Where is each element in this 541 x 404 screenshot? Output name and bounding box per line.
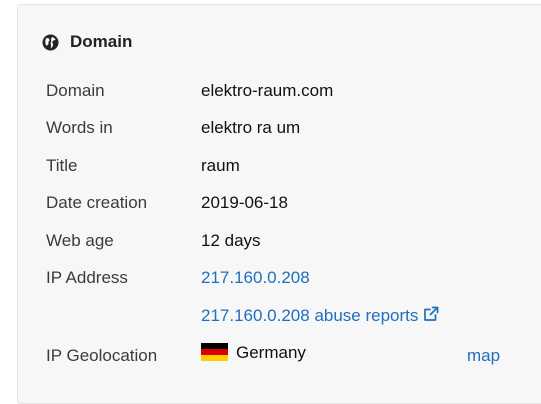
germany-flag-icon: [201, 343, 228, 361]
flag-stripe-gold: [201, 355, 228, 361]
row-label-title: Title: [46, 156, 78, 175]
row-value-date-creation: 2019-06-18: [201, 193, 288, 212]
card-header: Domain: [42, 32, 132, 52]
row-label-words-in: Words in: [46, 118, 113, 137]
globe-icon: [42, 34, 59, 51]
ip-address-link[interactable]: 217.160.0.208: [201, 268, 310, 288]
geolocation-value: Germany: [201, 343, 306, 363]
row-label-web-age: Web age: [46, 231, 114, 250]
abuse-reports-label: 217.160.0.208 abuse reports: [201, 306, 419, 325]
external-link-icon: [423, 306, 439, 322]
card-title: Domain: [70, 32, 133, 51]
row-value-domain: elektro-raum.com: [201, 81, 334, 100]
abuse-reports-link[interactable]: 217.160.0.208 abuse reports: [201, 306, 439, 326]
row-value-words-in: elektro ra um: [201, 118, 301, 137]
row-label-ip-geolocation: IP Geolocation: [46, 346, 158, 365]
row-label-ip-address: IP Address: [46, 268, 128, 287]
map-link[interactable]: map: [467, 346, 500, 366]
geolocation-country: Germany: [236, 343, 306, 362]
row-label-domain: Domain: [46, 81, 105, 100]
row-value-web-age: 12 days: [201, 231, 261, 250]
row-value-title: raum: [201, 156, 240, 175]
row-label-date-creation: Date creation: [46, 193, 148, 212]
